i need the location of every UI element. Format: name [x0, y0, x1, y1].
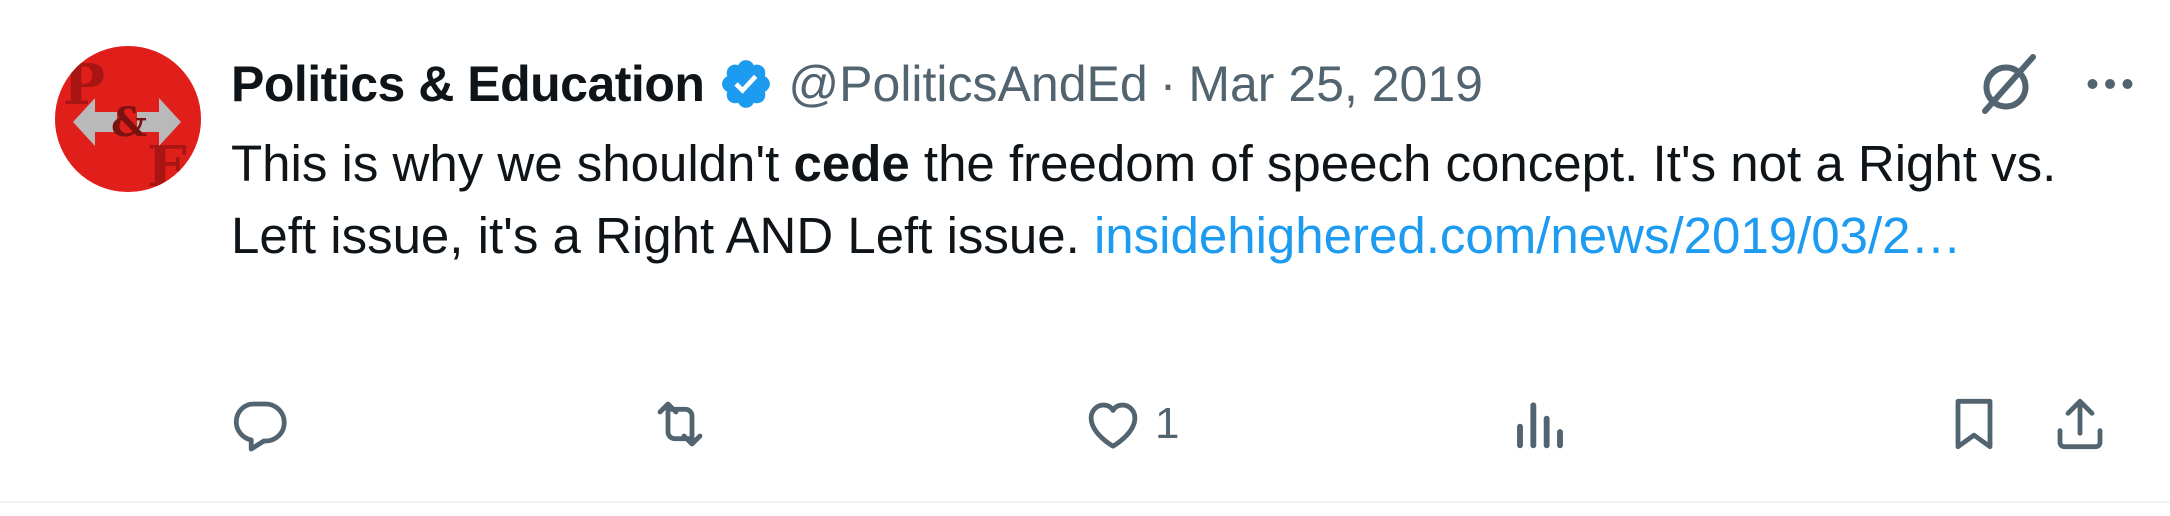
avatar-letter-bottom: F	[147, 134, 187, 192]
avatar-logo-icon: P F &	[55, 46, 201, 192]
more-dots-icon[interactable]	[2080, 54, 2140, 114]
tweet-link[interactable]: insidehighered.com/news/2019/03/2…	[1094, 207, 1962, 264]
reply-button[interactable]	[228, 390, 292, 458]
like-button[interactable]: 1	[1081, 390, 1179, 458]
tweet-date[interactable]: Mar 25, 2019	[1188, 55, 1483, 113]
tweet-header: Politics & Education @PoliticsAndEd · Ma…	[231, 52, 1483, 116]
tweet-text-bold: cede	[793, 135, 910, 192]
share-icon	[2057, 398, 2103, 450]
grok-icon[interactable]	[1970, 48, 2042, 120]
header-actions	[1970, 48, 2140, 120]
like-icon	[1088, 402, 1138, 449]
action-bar: 1	[228, 390, 2118, 458]
handle[interactable]: @PoliticsAndEd	[788, 55, 1147, 113]
avatar[interactable]: P F &	[55, 46, 201, 192]
tweet-text-part1: This is why we shouldn't	[231, 135, 794, 192]
header-separator: ·	[1159, 56, 1177, 112]
reply-icon	[233, 401, 287, 452]
retweet-icon	[657, 401, 703, 447]
avatar-letter-middle: &	[111, 99, 147, 146]
bookmark-button[interactable]	[1942, 390, 2006, 458]
views-button[interactable]	[1508, 390, 1572, 458]
avatar-letter-top: P	[63, 52, 105, 118]
views-icon	[1517, 402, 1563, 449]
tweet[interactable]: P F & Politics & Education @PoliticsAndE…	[0, 0, 2170, 503]
bookmark-icon	[1955, 398, 1993, 450]
like-count: 1	[1155, 399, 1180, 448]
display-name[interactable]: Politics & Education	[231, 55, 705, 113]
tweet-text: This is why we shouldn't cede the freedo…	[231, 128, 2111, 272]
verified-badge-icon[interactable]	[718, 56, 774, 112]
retweet-button[interactable]	[648, 390, 712, 458]
share-button[interactable]	[2048, 390, 2112, 458]
